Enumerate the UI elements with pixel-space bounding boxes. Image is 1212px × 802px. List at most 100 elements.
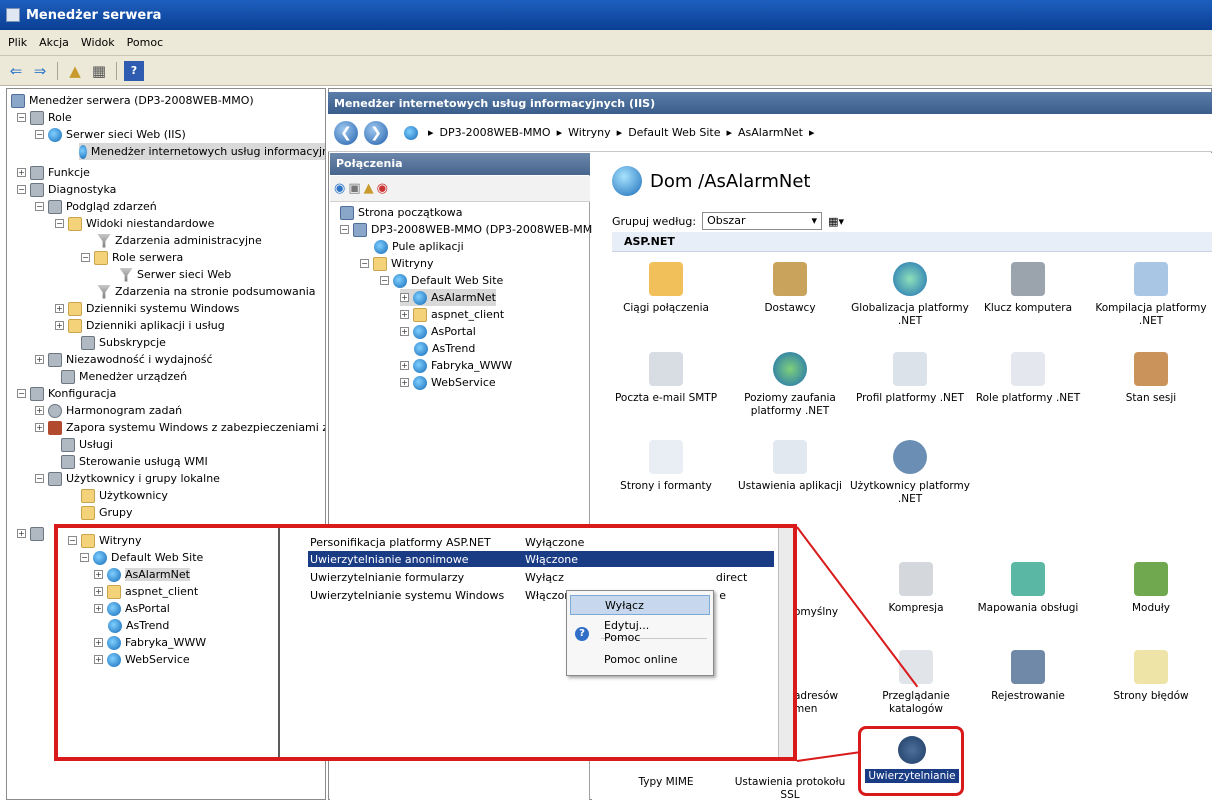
up-folder-icon[interactable]: ▲ — [364, 181, 374, 196]
tree-item-role[interactable]: − Role — [17, 109, 72, 126]
expand-icon[interactable]: + — [35, 355, 44, 364]
feature-profile[interactable]: Profil platformy .NET — [850, 352, 970, 405]
collapse-icon[interactable]: − — [68, 536, 77, 545]
tree-item-subscriptions[interactable]: Subskrypcje — [81, 334, 166, 351]
feature-roles[interactable]: Role platformy .NET — [968, 352, 1088, 405]
tree-item-services[interactable]: Usługi — [61, 436, 113, 453]
callout-astrend[interactable]: AsTrend — [108, 617, 169, 634]
tree-item-users[interactable]: Użytkownicy — [81, 487, 168, 504]
expand-icon[interactable]: + — [35, 406, 44, 415]
feature-net-users[interactable]: Użytkownicy platformy .NET — [850, 440, 970, 506]
tree-item-storage[interactable]: + — [17, 525, 48, 542]
expand-icon[interactable]: + — [94, 587, 103, 596]
collapse-icon[interactable]: − — [17, 113, 26, 122]
callout-fabryka[interactable]: + Fabryka_WWW — [94, 634, 206, 651]
feature-mime-types[interactable]: Typy MIME — [616, 776, 716, 789]
feature-app-settings[interactable]: Ustawienia aplikacji — [730, 440, 850, 493]
tree-item-wmi[interactable]: Sterowanie usługą WMI — [61, 453, 208, 470]
collapse-icon[interactable]: − — [17, 185, 26, 194]
expand-icon[interactable]: + — [35, 423, 44, 432]
conn-aspnet-client[interactable]: + aspnet_client — [400, 306, 504, 323]
tree-item-summary-events[interactable]: Zdarzenia na stronie podsumowania — [97, 283, 316, 300]
disconnect-icon[interactable]: ◉ — [377, 181, 388, 196]
tree-item-admin-events[interactable]: Zdarzenia administracyjne — [97, 232, 262, 249]
feature-ssl-settings[interactable]: Ustawienia protokołu SSL — [730, 776, 850, 802]
back-arrow-icon[interactable]: ⇐ — [6, 61, 26, 81]
menu-item-help-online[interactable]: Pomoc online — [570, 649, 710, 669]
collapse-icon[interactable]: − — [360, 259, 369, 268]
feature-globalization[interactable]: Globalizacja platformy .NET — [850, 262, 970, 328]
callout-asportal[interactable]: + AsPortal — [94, 600, 170, 617]
view-toggle-icon[interactable]: ▦▾ — [828, 215, 844, 228]
menu-pomoc[interactable]: Pomoc — [127, 36, 163, 49]
tree-item-reliability[interactable]: + Niezawodność i wydajność — [35, 351, 213, 368]
conn-asportal[interactable]: + AsPortal — [400, 323, 476, 340]
save-icon[interactable]: ▣ — [348, 181, 360, 196]
expand-icon[interactable]: + — [94, 604, 103, 613]
callout-scrollbar[interactable] — [778, 528, 793, 757]
auth-row-anonymous[interactable]: Uwierzytelnianie anonimowe Włączone — [308, 551, 774, 567]
collapse-icon[interactable]: − — [80, 553, 89, 562]
breadcrumb-default-site[interactable]: Default Web Site — [628, 126, 720, 139]
show-hide-tree-icon[interactable]: ▦ — [89, 61, 109, 81]
menu-akcja[interactable]: Akcja — [39, 36, 69, 49]
tree-item-firewall[interactable]: + Zapora systemu Windows z zabezpieczenia… — [35, 419, 325, 436]
feature-error-pages[interactable]: Strony błędów — [1090, 650, 1212, 703]
menu-widok[interactable]: Widok — [81, 36, 115, 49]
collapse-icon[interactable]: − — [380, 276, 389, 285]
conn-webservice[interactable]: + WebService — [400, 374, 496, 391]
conn-asalarmnet[interactable]: + AsAlarmNet — [400, 289, 496, 306]
collapse-icon[interactable]: − — [55, 219, 64, 228]
feature-modules[interactable]: Moduły — [1090, 562, 1212, 615]
up-folder-icon[interactable]: ▲ — [65, 61, 85, 81]
conn-fabryka[interactable]: + Fabryka_WWW — [400, 357, 512, 374]
feature-pages-controls[interactable]: Strony i formanty — [606, 440, 726, 493]
feature-smtp[interactable]: Poczta e-mail SMTP — [606, 352, 726, 405]
conn-default-site[interactable]: − Default Web Site — [380, 272, 503, 289]
connect-icon[interactable]: ◉ — [334, 181, 345, 196]
collapse-icon[interactable]: − — [17, 389, 26, 398]
tree-item-server-roles[interactable]: − Role serwera — [81, 249, 183, 266]
tree-item-server-manager[interactable]: Menedżer serwera (DP3-2008WEB-MMO) — [11, 92, 254, 109]
expand-icon[interactable]: + — [400, 327, 409, 336]
callout-aspnet-client[interactable]: + aspnet_client — [94, 583, 198, 600]
feature-handler-mappings[interactable]: Mapowania obsługi — [968, 562, 1088, 615]
feature-logging[interactable]: Rejestrowanie — [968, 650, 1088, 703]
collapse-icon[interactable]: − — [340, 225, 349, 234]
expand-icon[interactable]: + — [400, 293, 409, 302]
auth-row-impersonation[interactable]: Personifikacja platformy ASP.NET Wyłączon… — [308, 534, 774, 550]
auth-row-forms[interactable]: Uwierzytelnianie formularzy Wyłącz direct — [308, 569, 774, 585]
collapse-icon[interactable]: − — [35, 474, 44, 483]
collapse-icon[interactable]: − — [81, 253, 90, 262]
callout-webservice[interactable]: + WebService — [94, 651, 190, 668]
feature-providers[interactable]: Dostawcy — [730, 262, 850, 315]
tree-item-task-scheduler[interactable]: + Harmonogram zadań — [35, 402, 182, 419]
expand-icon[interactable]: + — [17, 529, 26, 538]
tree-item-web-server[interactable]: − Serwer sieci Web (IIS) — [35, 126, 186, 143]
tree-item-app-logs[interactable]: + Dzienniki aplikacji i usług — [55, 317, 225, 334]
expand-icon[interactable]: + — [400, 378, 409, 387]
conn-astrend[interactable]: AsTrend — [414, 340, 475, 357]
conn-sites[interactable]: − Witryny — [360, 255, 434, 272]
tree-item-features[interactable]: + Funkcje — [17, 164, 90, 181]
feature-ip-restrictions[interactable]: adresów men — [794, 690, 854, 716]
menu-item-disable[interactable]: Wyłącz — [570, 595, 710, 615]
callout-asalarmnet[interactable]: + AsAlarmNet — [94, 566, 190, 583]
feature-default-doc[interactable]: omyślny — [794, 606, 854, 619]
expand-icon[interactable]: + — [94, 638, 103, 647]
expand-icon[interactable]: + — [400, 310, 409, 319]
tree-item-iis-manager[interactable]: Menedżer internetowych usług informacyjn — [79, 143, 325, 160]
forward-arrow-icon[interactable]: ⇒ — [30, 61, 50, 81]
tree-item-windows-logs[interactable]: + Dzienniki systemu Windows — [55, 300, 239, 317]
expand-icon[interactable]: + — [94, 655, 103, 664]
tree-item-device-manager[interactable]: Menedżer urządzeń — [61, 368, 187, 385]
breadcrumb-server[interactable]: DP3-2008WEB-MMO — [440, 126, 551, 139]
tree-item-event-viewer[interactable]: − Podgląd zdarzeń — [35, 198, 157, 215]
group-by-select[interactable]: Obszar ▾ — [702, 212, 823, 230]
conn-start-page[interactable]: Strona początkowa — [340, 204, 463, 221]
forward-button[interactable]: ❯ — [364, 120, 388, 145]
tree-item-groups[interactable]: Grupy — [81, 504, 133, 521]
expand-icon[interactable]: + — [55, 321, 64, 330]
collapse-icon[interactable]: − — [35, 202, 44, 211]
callout-sites[interactable]: − Witryny — [68, 532, 142, 549]
